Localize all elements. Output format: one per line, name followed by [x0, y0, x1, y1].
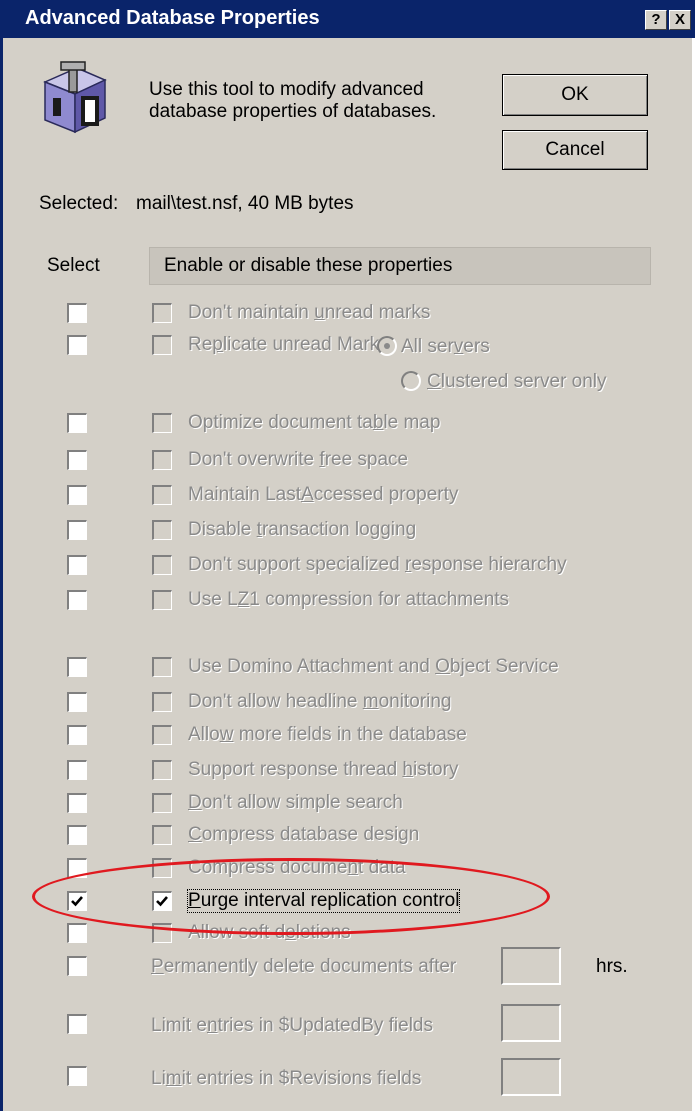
permanent-delete-label: Permanently delete documents after [151, 956, 457, 977]
select-checkbox[interactable] [67, 413, 87, 433]
title-bar[interactable]: Advanced Database Properties ? X [3, 0, 695, 38]
select-checkbox[interactable] [67, 485, 87, 505]
intro-line-2: database properties of databases. [149, 101, 437, 122]
property-checkbox[interactable] [152, 760, 172, 780]
updatedby-limit-label: Limit entries in $UpdatedBy fields [151, 1015, 433, 1036]
help-button[interactable]: ? [645, 10, 667, 30]
property-checkbox[interactable] [152, 590, 172, 610]
select-checkbox[interactable] [67, 692, 87, 712]
property-checkbox[interactable] [152, 520, 172, 540]
property-label: Compress database design [188, 824, 420, 845]
select-checkbox[interactable] [67, 555, 87, 575]
advanced-database-properties-dialog: Advanced Database Properties ? X Use thi… [0, 0, 695, 1111]
property-label: Replicate unread Marks [188, 334, 389, 355]
select-checkbox[interactable] [67, 725, 87, 745]
property-checkbox[interactable] [152, 555, 172, 575]
permanent-delete-hours-input[interactable] [501, 947, 561, 985]
radio-all-servers-label: All servers [401, 336, 490, 357]
select-checkbox[interactable] [67, 793, 87, 813]
select-checkbox-revisions-limit[interactable] [67, 1066, 87, 1086]
select-checkbox-updatedby-limit[interactable] [67, 1014, 87, 1034]
select-checkbox[interactable] [67, 891, 87, 911]
hours-unit-label: hrs. [596, 956, 628, 977]
updatedby-limit-input[interactable] [501, 1004, 561, 1042]
property-label: Use LZ1 compression for attachments [188, 589, 510, 610]
property-checkbox[interactable] [152, 825, 172, 845]
property-checkbox[interactable] [152, 923, 172, 943]
property-label: Don't overwrite free space [188, 449, 409, 470]
property-label: Don't allow headline monitoring [188, 691, 452, 712]
property-checkbox[interactable] [152, 657, 172, 677]
ok-button[interactable]: OK [502, 74, 648, 116]
property-label: Allow more fields in the database [188, 724, 467, 745]
property-checkbox[interactable] [152, 793, 172, 813]
properties-header-label: Enable or disable these properties [164, 255, 453, 276]
cancel-button[interactable]: Cancel [502, 130, 648, 170]
property-checkbox[interactable] [152, 450, 172, 470]
property-checkbox[interactable] [152, 413, 172, 433]
property-label: Don't maintain unread marks [188, 302, 431, 323]
select-checkbox-permanent-delete[interactable] [67, 956, 87, 976]
properties-header: Enable or disable these properties [149, 247, 651, 285]
property-checkbox[interactable] [152, 303, 172, 323]
close-button[interactable]: X [669, 10, 691, 30]
select-checkbox[interactable] [67, 520, 87, 540]
revisions-limit-input[interactable] [501, 1058, 561, 1096]
radio-clustered-server-label: Clustered server only [427, 371, 607, 392]
property-label: Don't support specialized response hiera… [188, 554, 567, 575]
intro-line-1: Use this tool to modify advanced [149, 79, 424, 100]
select-checkbox[interactable] [67, 760, 87, 780]
window-title: Advanced Database Properties [25, 7, 320, 29]
property-label: Compress document data [188, 857, 406, 878]
property-label: Optimize document table map [188, 412, 441, 433]
property-checkbox[interactable] [152, 485, 172, 505]
property-label: Use Domino Attachment and Object Service [188, 656, 559, 677]
property-checkbox[interactable] [152, 725, 172, 745]
property-checkbox[interactable] [152, 692, 172, 712]
property-label: Disable transaction logging [188, 519, 417, 540]
select-checkbox[interactable] [67, 303, 87, 323]
selected-label: Selected: [39, 193, 119, 214]
property-label: Support response thread history [188, 759, 459, 780]
select-checkbox[interactable] [67, 335, 87, 355]
revisions-limit-label: Limit entries in $Revisions fields [151, 1068, 422, 1089]
select-checkbox[interactable] [67, 657, 87, 677]
radio-all-servers[interactable] [377, 336, 397, 356]
radio-clustered-server[interactable] [401, 371, 421, 391]
select-checkbox[interactable] [67, 858, 87, 878]
property-checkbox[interactable] [152, 891, 172, 911]
property-checkbox[interactable] [152, 858, 172, 878]
select-checkbox[interactable] [67, 825, 87, 845]
property-label: Purge interval replication control [186, 889, 461, 913]
select-checkbox[interactable] [67, 590, 87, 610]
select-checkbox[interactable] [67, 450, 87, 470]
property-label: Don't allow simple search [188, 792, 403, 813]
property-label: Maintain LastAccessed property [188, 484, 459, 505]
property-label: Allow soft deletions [188, 922, 351, 943]
select-checkbox[interactable] [67, 923, 87, 943]
database-tool-icon [39, 60, 111, 140]
selected-value: mail\test.nsf, 40 MB bytes [136, 193, 354, 214]
property-checkbox[interactable] [152, 335, 172, 355]
select-column-header: Select [47, 255, 100, 276]
